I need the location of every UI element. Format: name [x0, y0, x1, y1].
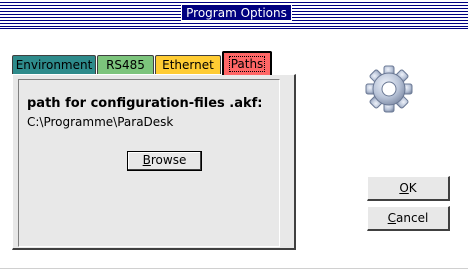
tab-ethernet-label: Ethernet	[162, 58, 214, 72]
tab-paths-label: Paths	[228, 56, 266, 72]
cancel-button[interactable]: Cancel	[367, 206, 450, 231]
tab-rs485[interactable]: RS485	[97, 55, 154, 74]
tab-environment-label: Environment	[15, 58, 93, 72]
title-bar[interactable]: Program Options	[0, 0, 468, 29]
window-title: Program Options	[181, 4, 292, 21]
cancel-label: ancel	[396, 211, 429, 225]
tab-environment[interactable]: Environment	[12, 55, 96, 74]
config-files-heading: path for configuration-files .akf:	[27, 96, 263, 111]
program-options-dialog: Program Options Environment RS485 Ethern…	[0, 0, 468, 269]
ok-button[interactable]: OK	[367, 176, 450, 201]
tab-rs485-label: RS485	[106, 58, 145, 72]
cancel-mnemonic: C	[387, 211, 397, 225]
tab-paths[interactable]: Paths	[222, 51, 272, 75]
browse-label: rowse	[150, 153, 187, 167]
browse-mnemonic: B	[142, 153, 151, 167]
config-files-path: C:\Programme\ParaDesk	[27, 115, 174, 129]
ok-mnemonic: O	[399, 181, 409, 195]
ok-label: K	[408, 181, 417, 195]
tab-ethernet[interactable]: Ethernet	[155, 55, 221, 74]
browse-button[interactable]: Browse	[127, 151, 202, 171]
gear-icon	[364, 64, 414, 114]
